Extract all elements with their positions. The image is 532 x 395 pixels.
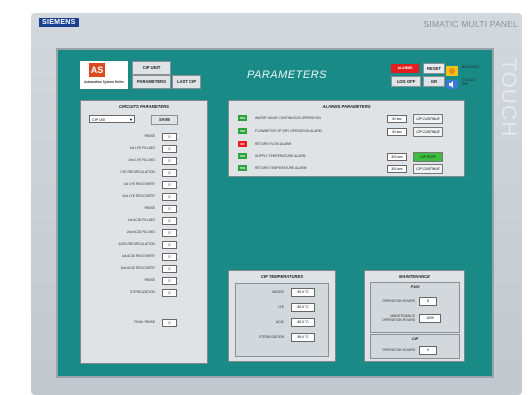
- final-rinse-label: FINAL RINSE: [134, 320, 155, 324]
- circuit-row-input[interactable]: 0: [162, 253, 177, 261]
- maintenance-panel: MAINTENANCE P100 OPERATION HOURS 5 MAINT…: [364, 270, 465, 362]
- logo-mark: AS: [89, 63, 105, 77]
- hmi-screen: AS Automation System Heller CIP UNIT PAR…: [56, 48, 494, 378]
- top-bar: AS Automation System Heller CIP UNIT PAR…: [80, 61, 479, 89]
- alarm-delay-input[interactable]: 300 sec: [387, 153, 407, 161]
- alarm-status-toggle[interactable]: YES: [238, 115, 247, 121]
- alarm-action-button[interactable]: CIP CONTINUE: [413, 127, 443, 137]
- circuit-row-label: 1st LYE FILLING: [129, 146, 155, 150]
- alarms-title: ALARMS PARAMETERS: [322, 104, 371, 109]
- alarm-label: RETURN TEMPERATURE ALARM: [255, 166, 307, 170]
- alarms-button[interactable]: ALARMS: [391, 64, 419, 73]
- circuit-select-value: CIP 100: [92, 118, 105, 122]
- alarms-panel: ALARMS PARAMETERS YES WATER VALVE CONTIN…: [228, 100, 465, 177]
- final-rinse-input[interactable]: 0: [162, 319, 177, 327]
- alarm-status-toggle[interactable]: YES: [238, 165, 247, 171]
- circuit-row-input[interactable]: 0: [162, 289, 177, 297]
- op-hours-value: 5: [419, 297, 437, 306]
- alarm-status-toggle[interactable]: NO: [238, 141, 247, 147]
- circuit-row-label: 2nd LYE FILLING: [128, 158, 155, 162]
- cip-unit-button[interactable]: CIP UNIT: [132, 61, 171, 75]
- temperatures-panel: CIP TEMPERATURES WATER 50.0 °C LYE 80.0 …: [228, 270, 336, 362]
- brand-logo: SIEMENS: [39, 18, 79, 27]
- logoff-button[interactable]: LOG OFF: [391, 76, 421, 87]
- save-button[interactable]: SAVE: [151, 115, 178, 125]
- alarm-status-toggle[interactable]: YES: [238, 128, 247, 134]
- alarm-delay-input[interactable]: 60 sec: [387, 128, 407, 136]
- alarm-action-button[interactable]: CIP STOP: [413, 152, 443, 162]
- touch-label: TOUCH: [497, 58, 520, 138]
- circuit-row-label: RINSE: [144, 134, 155, 138]
- temp-label: STERILIZATION: [259, 335, 284, 339]
- alarm-action-button[interactable]: CIP CONTINUE: [413, 164, 443, 174]
- circuit-row-input[interactable]: 0: [162, 205, 177, 213]
- circuit-row-input[interactable]: 0: [162, 145, 177, 153]
- temp-input[interactable]: 50.0 °C: [291, 288, 315, 297]
- temp-label: WATER: [272, 290, 284, 294]
- alarm-label: SUPPLY TEMPERATURE ALARM: [255, 154, 306, 158]
- circuit-row-label: 2nd LYE RECOVERY: [122, 194, 155, 198]
- cip-hours-value: 0: [419, 346, 437, 355]
- circuits-panel: CIRCUITS PARAMETERS CIP 100 ▼ SAVE RINSE…: [80, 100, 208, 364]
- circuit-row-label: RINSE: [144, 278, 155, 282]
- circuit-row-input[interactable]: 0: [162, 181, 177, 189]
- alarm-action-button[interactable]: CIP CONTINUE: [413, 114, 443, 124]
- language-icon[interactable]: [446, 63, 458, 76]
- speaker-icon[interactable]: [446, 76, 458, 89]
- company-logo: AS Automation System Heller: [80, 61, 128, 89]
- temp-label: LYE: [277, 305, 284, 309]
- alarm-delay-input[interactable]: 300 sec: [387, 165, 407, 173]
- cip-group: CIP OPERATION HOURS 0: [370, 334, 460, 359]
- circuit-row-input[interactable]: 0: [162, 241, 177, 249]
- circuit-row-label: ACID RECIRCULATION: [118, 242, 155, 246]
- circuit-row-input[interactable]: 0: [162, 169, 177, 177]
- circuit-row-label: 2nd ACID FILLING: [126, 230, 155, 234]
- circuit-row-label: 2nd ACID RECOVERY: [120, 266, 155, 270]
- last-cip-button[interactable]: LAST CIP: [172, 75, 201, 89]
- circuit-row-label: LYE RECIRCULATION: [120, 170, 155, 174]
- pump-group: P100 OPERATION HOURS 5 MAINTENANCE OPERA…: [370, 282, 460, 333]
- temp-label: ACID: [275, 320, 284, 324]
- alarm-delay-input[interactable]: 60 sec: [387, 115, 407, 123]
- circuit-row-label: RINSE: [144, 206, 155, 210]
- temp-input[interactable]: 80.0 °C: [291, 303, 315, 312]
- page-title: PARAMETERS: [247, 69, 327, 81]
- temperatures-title: CIP TEMPERATURES: [260, 274, 304, 279]
- maint-hours-input[interactable]: 1000: [419, 314, 441, 323]
- circuit-row-input[interactable]: 0: [162, 265, 177, 273]
- circuit-row-input[interactable]: 0: [162, 133, 177, 141]
- alarm-label: FLOWMETER OF DRY OPERATION ALARM: [255, 129, 322, 133]
- temp-input[interactable]: 60.0 °C: [291, 318, 315, 327]
- circuit-row-label: 1st ACID FILLING: [127, 218, 155, 222]
- reset-button[interactable]: RESET: [423, 63, 445, 74]
- circuit-row-label: 1st ACID RECOVERY: [121, 254, 155, 258]
- parameters-button[interactable]: PARAMETERS: [132, 75, 171, 89]
- alarm-label: RETURN FLOW ALARM: [255, 142, 292, 146]
- maint-hours-label: MAINTENANCE OPERATION HOURS: [382, 314, 415, 322]
- alarm-label: WATER VALVE CONTINUOUS OPERATION: [255, 116, 321, 120]
- chevron-down-icon: ▼: [129, 117, 133, 122]
- temperatures-group: WATER 50.0 °C LYE 80.0 °C ACID 60.0 °C S…: [235, 283, 329, 357]
- circuit-row-label: STERILIZATION: [130, 290, 155, 294]
- op-hours-label: OPERATION HOURS: [382, 299, 415, 303]
- model-label: SIMATIC MULTI PANEL: [423, 19, 518, 29]
- temp-input[interactable]: 95.0 °C: [291, 333, 315, 342]
- cip-title: CIP: [411, 337, 419, 341]
- circuit-row-input[interactable]: 0: [162, 157, 177, 165]
- date-display: 8/13/2013: [462, 65, 479, 69]
- circuit-row-input[interactable]: 0: [162, 217, 177, 225]
- maintenance-title: MAINTENANCE: [399, 274, 430, 279]
- circuit-select[interactable]: CIP 100 ▼: [89, 115, 135, 123]
- pump-title: P100: [410, 285, 420, 289]
- circuit-row-input[interactable]: 0: [162, 277, 177, 285]
- logo-text: Automation System Heller: [84, 80, 124, 84]
- circuit-row-input[interactable]: 0: [162, 193, 177, 201]
- alarm-status-toggle[interactable]: YES: [238, 153, 247, 159]
- gr-button[interactable]: GR: [423, 76, 445, 87]
- time-display: 7:02:43 PM: [462, 78, 475, 86]
- cip-hours-label: OPERATION HOURS: [382, 348, 415, 352]
- circuits-title: CIRCUITS PARAMETERS: [119, 104, 169, 109]
- circuit-row-label: 1st LYE RECOVERY: [123, 182, 155, 186]
- circuit-row-input[interactable]: 0: [162, 229, 177, 237]
